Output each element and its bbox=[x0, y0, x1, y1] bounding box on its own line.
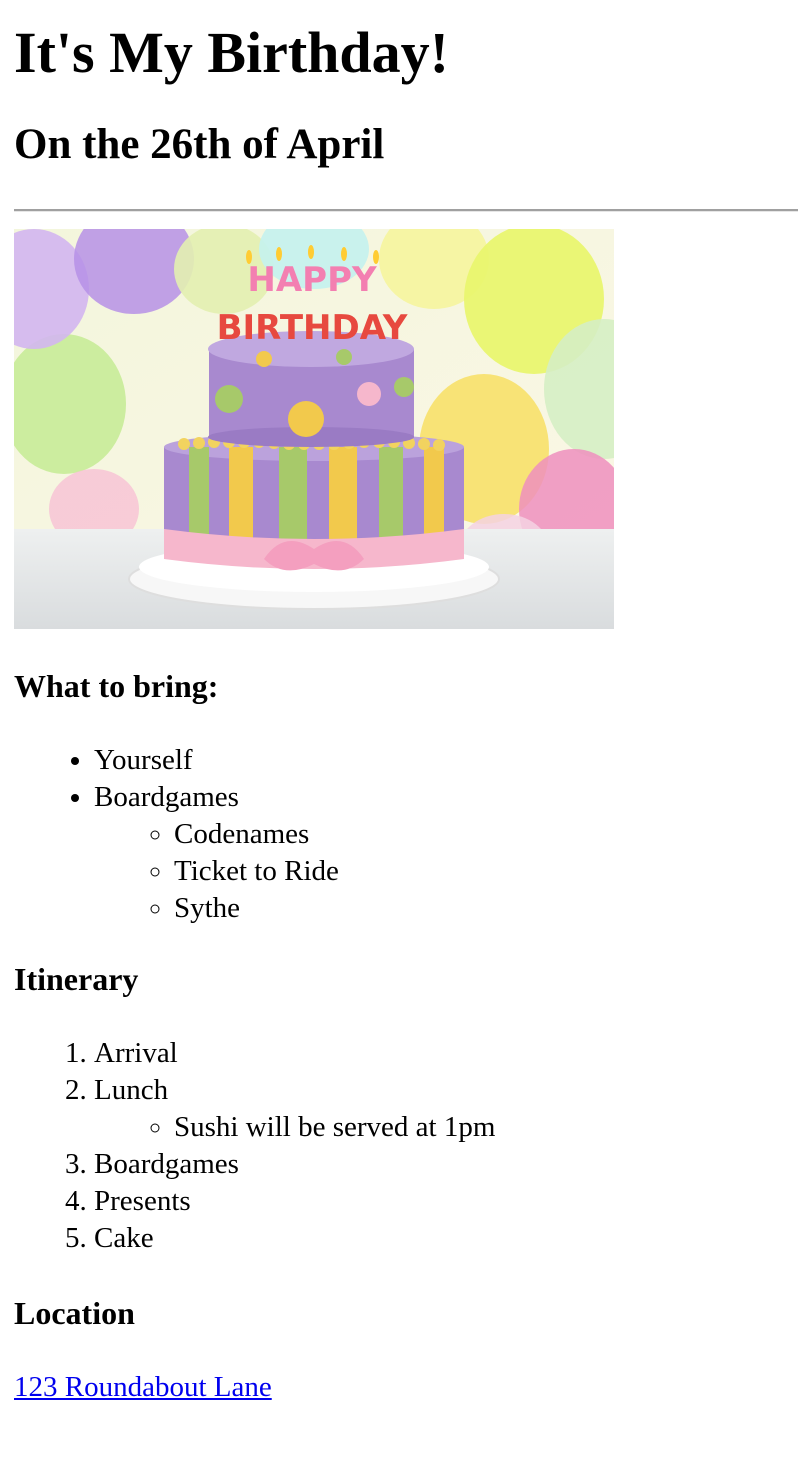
boardgames-list: Codenames Ticket to Ride Sythe bbox=[94, 816, 798, 927]
location-address-link[interactable]: 123 Roundabout Lane bbox=[14, 1371, 272, 1403]
birthday-cake-image: HAPPY BIRTHDAY bbox=[14, 229, 614, 629]
bring-list: Yourself Boardgames Codenames Ticket to … bbox=[14, 742, 798, 927]
list-item: Arrival bbox=[94, 1035, 798, 1072]
list-item: Boardgames bbox=[94, 1146, 798, 1183]
list-item-label: Lunch bbox=[94, 1074, 169, 1106]
list-item: Sushi will be served at 1pm bbox=[174, 1109, 798, 1146]
list-item: Cake bbox=[94, 1220, 798, 1257]
location-heading: Location bbox=[14, 1295, 135, 1331]
lunch-notes-list: Sushi will be served at 1pm bbox=[94, 1109, 798, 1146]
list-item: Lunch Sushi will be served at 1pm bbox=[94, 1072, 798, 1146]
cake-candles-text-2: BIRTHDAY bbox=[217, 308, 408, 348]
list-item: Yourself bbox=[94, 742, 798, 779]
list-item: Presents bbox=[94, 1183, 798, 1220]
bring-heading: What to bring: bbox=[14, 668, 219, 704]
itinerary-list: Arrival Lunch Sushi will be served at 1p… bbox=[14, 1035, 798, 1257]
list-item-label: Boardgames bbox=[94, 781, 239, 813]
list-item: Sythe bbox=[174, 890, 798, 927]
cake-candles-text-1: HAPPY bbox=[247, 260, 377, 300]
list-item: Ticket to Ride bbox=[174, 853, 798, 890]
page-title: It's My Birthday! bbox=[14, 20, 449, 85]
list-item: Boardgames Codenames Ticket to Ride Syth… bbox=[94, 779, 798, 927]
list-item: Codenames bbox=[174, 816, 798, 853]
page-subtitle: On the 26th of April bbox=[14, 121, 385, 168]
divider bbox=[14, 209, 798, 212]
itinerary-heading: Itinerary bbox=[14, 961, 139, 997]
location-line: 123 Roundabout Lane bbox=[14, 1369, 798, 1406]
